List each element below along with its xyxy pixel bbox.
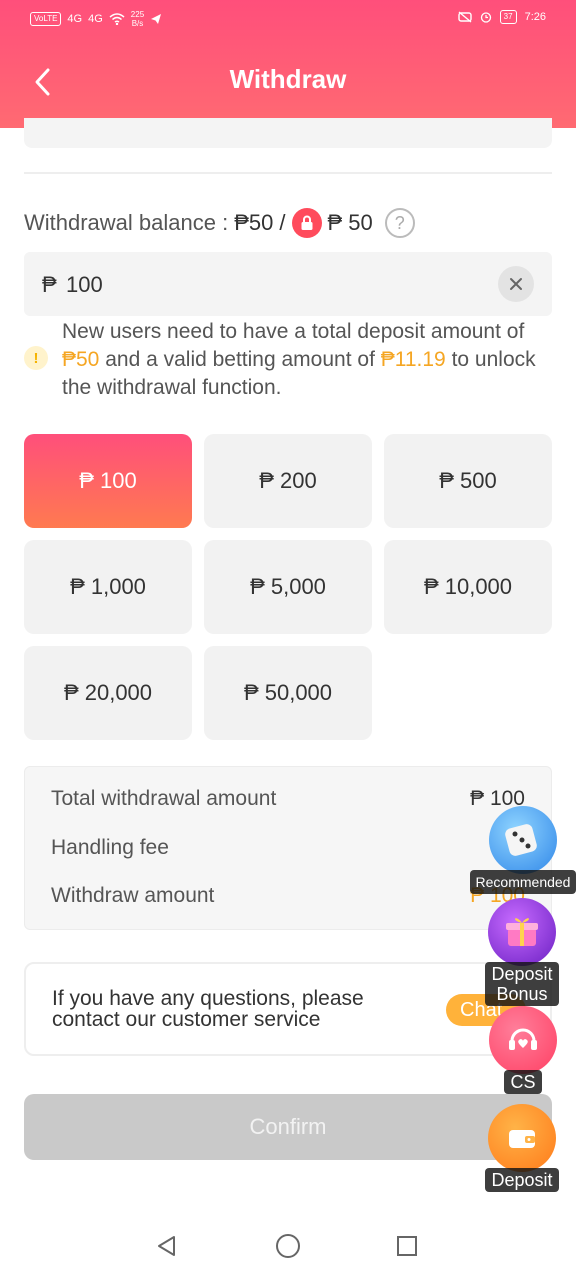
header: VoLTE 4G 4G 225 B/s 37 7:26 Withdraw (0, 0, 576, 128)
summary-row-total: Total withdrawal amount ₱ 100 (51, 787, 525, 817)
cs-label: CS (504, 1070, 542, 1094)
currency-symbol: ₱ (42, 272, 57, 297)
clear-button[interactable] (498, 266, 534, 302)
recommended-label: Recommended (469, 870, 576, 894)
balance-label: Withdrawal balance : (24, 210, 229, 235)
fee-label: Handling fee (51, 836, 169, 859)
amount-options: ₱ 100 ₱ 200 ₱ 500 ₱ 1,000 ₱ 5,000 ₱ 10,0… (24, 434, 552, 740)
amount-option-50000[interactable]: ₱ 50,000 (204, 646, 372, 740)
recommended-float[interactable]: Recommended (468, 806, 576, 894)
amount-option-5000[interactable]: ₱ 5,000 (204, 540, 372, 634)
summary-row-withdraw: Withdraw amount ₱ 100 (51, 884, 525, 914)
mute-icon (457, 11, 472, 23)
deposit-bonus-label: Deposit Bonus (485, 962, 559, 1006)
wifi-icon (109, 13, 125, 25)
balance-separator: / (279, 210, 286, 235)
dice-icon (489, 806, 557, 874)
deposit-bonus-float[interactable]: Deposit Bonus (467, 898, 576, 1006)
help-text: If you have any questions, please contac… (52, 987, 364, 1031)
nav-back-icon[interactable] (155, 1234, 179, 1258)
amount-field[interactable]: ₱ 100 (24, 252, 552, 316)
amount-input[interactable]: 100 (66, 272, 466, 298)
clock: 7:26 (524, 11, 546, 23)
amount-option-10000[interactable]: ₱ 10,000 (384, 540, 552, 634)
cs-float[interactable]: CS (468, 1006, 576, 1094)
divider (24, 172, 552, 174)
balance-locked: ₱ 50 (327, 210, 373, 235)
status-bar: VoLTE 4G 4G 225 B/s 37 7:26 (0, 0, 576, 38)
warning-icon: ! (24, 346, 48, 370)
balance-available: ₱50 (234, 210, 274, 235)
notice-betting-amount: ₱11.19 (380, 348, 446, 371)
nav-recent-icon[interactable] (397, 1236, 417, 1256)
question-icon[interactable]: ? (384, 208, 415, 238)
amount-option-500[interactable]: ₱ 500 (384, 434, 552, 528)
volte-icon: VoLTE (30, 12, 62, 26)
page-title: Withdraw (229, 64, 347, 94)
amount-option-100[interactable]: ₱ 100 (24, 434, 192, 528)
summary-row-fee: Handling fee (51, 836, 525, 866)
withdrawal-balance: Withdrawal balance : ₱50 / ₱ 50 ? (24, 206, 415, 240)
system-nav-bar (0, 1210, 576, 1280)
account-card (24, 118, 552, 148)
deposit-label: Deposit (485, 1168, 559, 1192)
headset-icon (489, 1006, 557, 1074)
amount-option-20000[interactable]: ₱ 20,000 (24, 646, 192, 740)
signal-icon: 4G (67, 13, 83, 25)
lock-icon (291, 208, 322, 238)
gift-icon (488, 898, 556, 966)
notice-deposit-amount: ₱50 (62, 348, 100, 371)
network-speed: 225 B/s (130, 10, 145, 28)
total-label: Total withdrawal amount (51, 787, 277, 810)
close-icon (510, 278, 522, 290)
amount-option-1000[interactable]: ₱ 1,000 (24, 540, 192, 634)
signal-icon-2: 4G (88, 13, 103, 25)
deposit-float[interactable]: Deposit (467, 1104, 576, 1192)
battery-icon: 37 (499, 10, 517, 24)
withdraw-label: Withdraw amount (51, 884, 215, 907)
amount-option-200[interactable]: ₱ 200 (204, 434, 372, 528)
nav-home-icon[interactable] (276, 1234, 300, 1258)
alarm-icon (480, 12, 491, 23)
telegram-icon (151, 14, 162, 24)
notice-text: New users need to have a total deposit a… (62, 320, 536, 399)
wallet-icon (488, 1104, 556, 1172)
